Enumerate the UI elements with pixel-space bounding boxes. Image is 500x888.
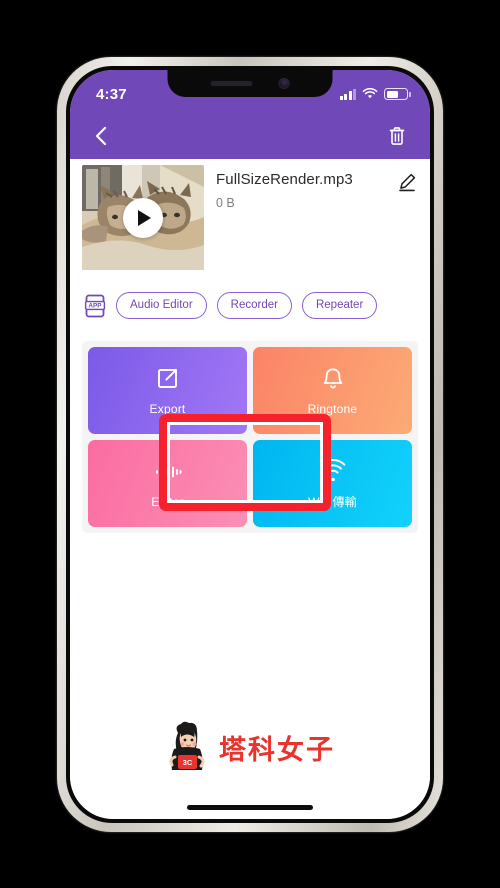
mascot-icon: 3C — [169, 721, 205, 770]
video-thumbnail[interactable] — [82, 165, 204, 270]
wifi-transfer-tile-label: Wifi 傳輸 — [308, 495, 357, 509]
waveform-icon — [154, 459, 182, 485]
app-phone-icon: APP — [84, 294, 106, 318]
file-info-row: FullSizeRender.mp3 0 B — [70, 159, 430, 270]
wifi-transfer-tile[interactable]: Wifi 傳輸 — [253, 440, 412, 527]
editor-tile[interactable]: Editor — [88, 440, 247, 527]
play-button[interactable] — [123, 197, 163, 238]
file-name: FullSizeRender.mp3 — [216, 171, 353, 188]
wifi-icon — [362, 88, 378, 99]
cellular-signal-icon — [339, 88, 356, 100]
phone-device-frame: 4:37 FullSizeRender.mp3 0 B APP Audio Ed… — [57, 57, 443, 832]
app-content: FullSizeRender.mp3 0 B APP Audio Editor … — [70, 159, 430, 819]
external-link-icon — [155, 366, 180, 392]
pencil-edit-icon — [399, 173, 416, 192]
speaker-grille-icon — [210, 80, 253, 86]
ringtone-tile-label: Ringtone — [307, 401, 358, 416]
status-bar-time: 4:37 — [96, 85, 127, 103]
ringtone-tile[interactable]: Ringtone — [253, 347, 412, 434]
chip-repeater[interactable]: Repeater — [301, 292, 378, 319]
front-camera-icon — [278, 77, 290, 89]
export-tile[interactable]: Export — [88, 347, 247, 434]
action-grid: Export Ringtone Editor Wifi 傳輸 — [82, 341, 418, 533]
back-button[interactable] — [88, 123, 114, 149]
phone-bezel: 4:37 FullSizeRender.mp3 0 B APP Audio Ed… — [66, 66, 434, 823]
app-links-row: APP Audio Editor Recorder Repeater — [70, 270, 430, 319]
chip-audio-editor[interactable]: Audio Editor — [116, 292, 207, 319]
chip-recorder[interactable]: Recorder — [216, 292, 292, 319]
file-meta: FullSizeRender.mp3 0 B — [216, 165, 384, 270]
status-bar-icons — [339, 82, 411, 100]
battery-icon — [384, 88, 411, 100]
app-navigation-bar — [70, 112, 430, 159]
watermark: 3C 塔科女子 — [70, 721, 430, 773]
delete-button[interactable] — [384, 123, 410, 149]
phone-screen: 4:37 FullSizeRender.mp3 0 B APP Audio Ed… — [70, 70, 430, 819]
svg-text:APP: APP — [88, 302, 102, 309]
device-notch — [167, 70, 333, 97]
svg-text:3C: 3C — [183, 758, 193, 767]
wifi-icon — [319, 457, 347, 483]
watermark-text: 塔科女子 — [219, 734, 335, 766]
home-indicator — [187, 805, 313, 810]
editor-tile-label: Editor — [151, 494, 184, 509]
export-tile-label: Export — [149, 401, 186, 416]
bell-icon — [321, 366, 345, 392]
file-size: 0 B — [216, 196, 235, 210]
edit-file-name-button[interactable] — [396, 171, 418, 193]
